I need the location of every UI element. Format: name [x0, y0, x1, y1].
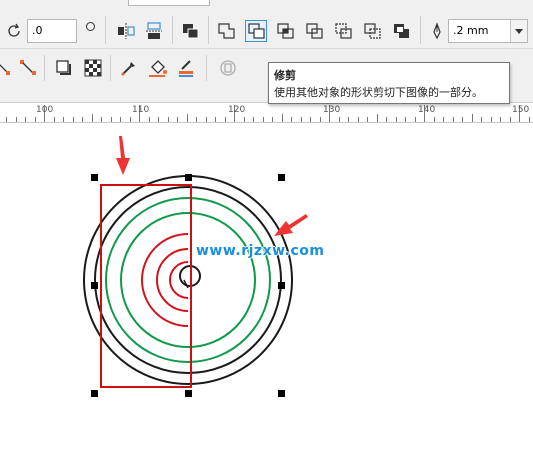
rotate-icon: [4, 20, 26, 42]
separator: [420, 16, 421, 44]
outer-green-ring[interactable]: [105, 197, 271, 363]
back-minus-front-icon: [364, 23, 381, 39]
separator: [44, 55, 45, 81]
property-bar: .0 .2 mm: [0, 0, 533, 49]
node-tool-icon[interactable]: [0, 57, 16, 79]
arrow-down: [116, 136, 130, 175]
combine-icon: [183, 24, 199, 39]
separator: [172, 16, 173, 44]
outer-black-ring[interactable]: [83, 175, 293, 385]
outline-width-select[interactable]: .2 mm: [448, 19, 528, 43]
trim-icon: [248, 23, 265, 39]
weld-button[interactable]: [216, 20, 238, 42]
eyedropper-icon[interactable]: [118, 57, 140, 79]
intersect-icon: [277, 23, 294, 39]
ruler-label: 130: [323, 105, 341, 115]
horizontal-ruler[interactable]: 100 110 120 130 140 150: [0, 103, 533, 123]
drawing-canvas[interactable]: [0, 123, 533, 459]
red-half-ring-medium[interactable]: [156, 248, 189, 312]
separator: [208, 16, 209, 44]
trim-rectangle[interactable]: [100, 184, 192, 388]
lock-icon[interactable]: [217, 57, 239, 79]
mirror-vertical-button[interactable]: [143, 20, 165, 42]
weld-icon: [218, 23, 235, 39]
simplify-button[interactable]: [304, 20, 326, 42]
chevron-down-icon[interactable]: [510, 20, 527, 42]
boundary-button[interactable]: [391, 20, 413, 42]
outline-width-value: .2 mm: [453, 24, 489, 37]
rotation-input[interactable]: .0: [27, 19, 77, 43]
front-minus-back-button[interactable]: [333, 20, 355, 42]
attributes-eyedropper-icon[interactable]: [176, 57, 198, 79]
ruler-label: 100: [36, 105, 54, 115]
trim-button[interactable]: [245, 20, 267, 42]
separator: [206, 55, 207, 81]
ruler-label: 140: [418, 105, 436, 115]
combine-button[interactable]: [180, 20, 202, 42]
back-minus-front-button[interactable]: [362, 20, 384, 42]
transparency-icon[interactable]: [82, 57, 104, 79]
drop-shadow-icon[interactable]: [53, 57, 75, 79]
simplify-icon: [306, 23, 323, 39]
separator: [110, 55, 111, 81]
intersect-button[interactable]: [275, 20, 297, 42]
outline-pen-icon: [426, 20, 448, 42]
mirror-vertical-icon: [146, 22, 162, 39]
fill-bucket-icon[interactable]: [147, 57, 169, 79]
trim-tooltip: 修剪 使用其他对象的形状剪切下图像的一部分。: [268, 62, 510, 104]
degree-icon: [86, 22, 95, 31]
arrow-left: [274, 214, 308, 236]
separator: [105, 16, 106, 44]
clipped-field: [128, 0, 210, 6]
connector-icon[interactable]: [18, 57, 40, 79]
ruler-label: 120: [228, 105, 246, 115]
watermark-text: www.rjzxw.com: [196, 243, 325, 259]
front-minus-back-icon: [335, 23, 352, 39]
ruler-label: 150: [512, 105, 530, 115]
ruler-label: 110: [132, 105, 150, 115]
tooltip-description: 使用其他对象的形状剪切下图像的一部分。: [274, 86, 483, 99]
boundary-icon: [394, 24, 409, 38]
mirror-horizontal-button[interactable]: [115, 20, 137, 42]
tooltip-title: 修剪: [274, 69, 296, 82]
mirror-horizontal-icon: [118, 23, 135, 39]
inner-black-ring[interactable]: [94, 186, 282, 374]
ruler-ticks: [6, 105, 530, 122]
